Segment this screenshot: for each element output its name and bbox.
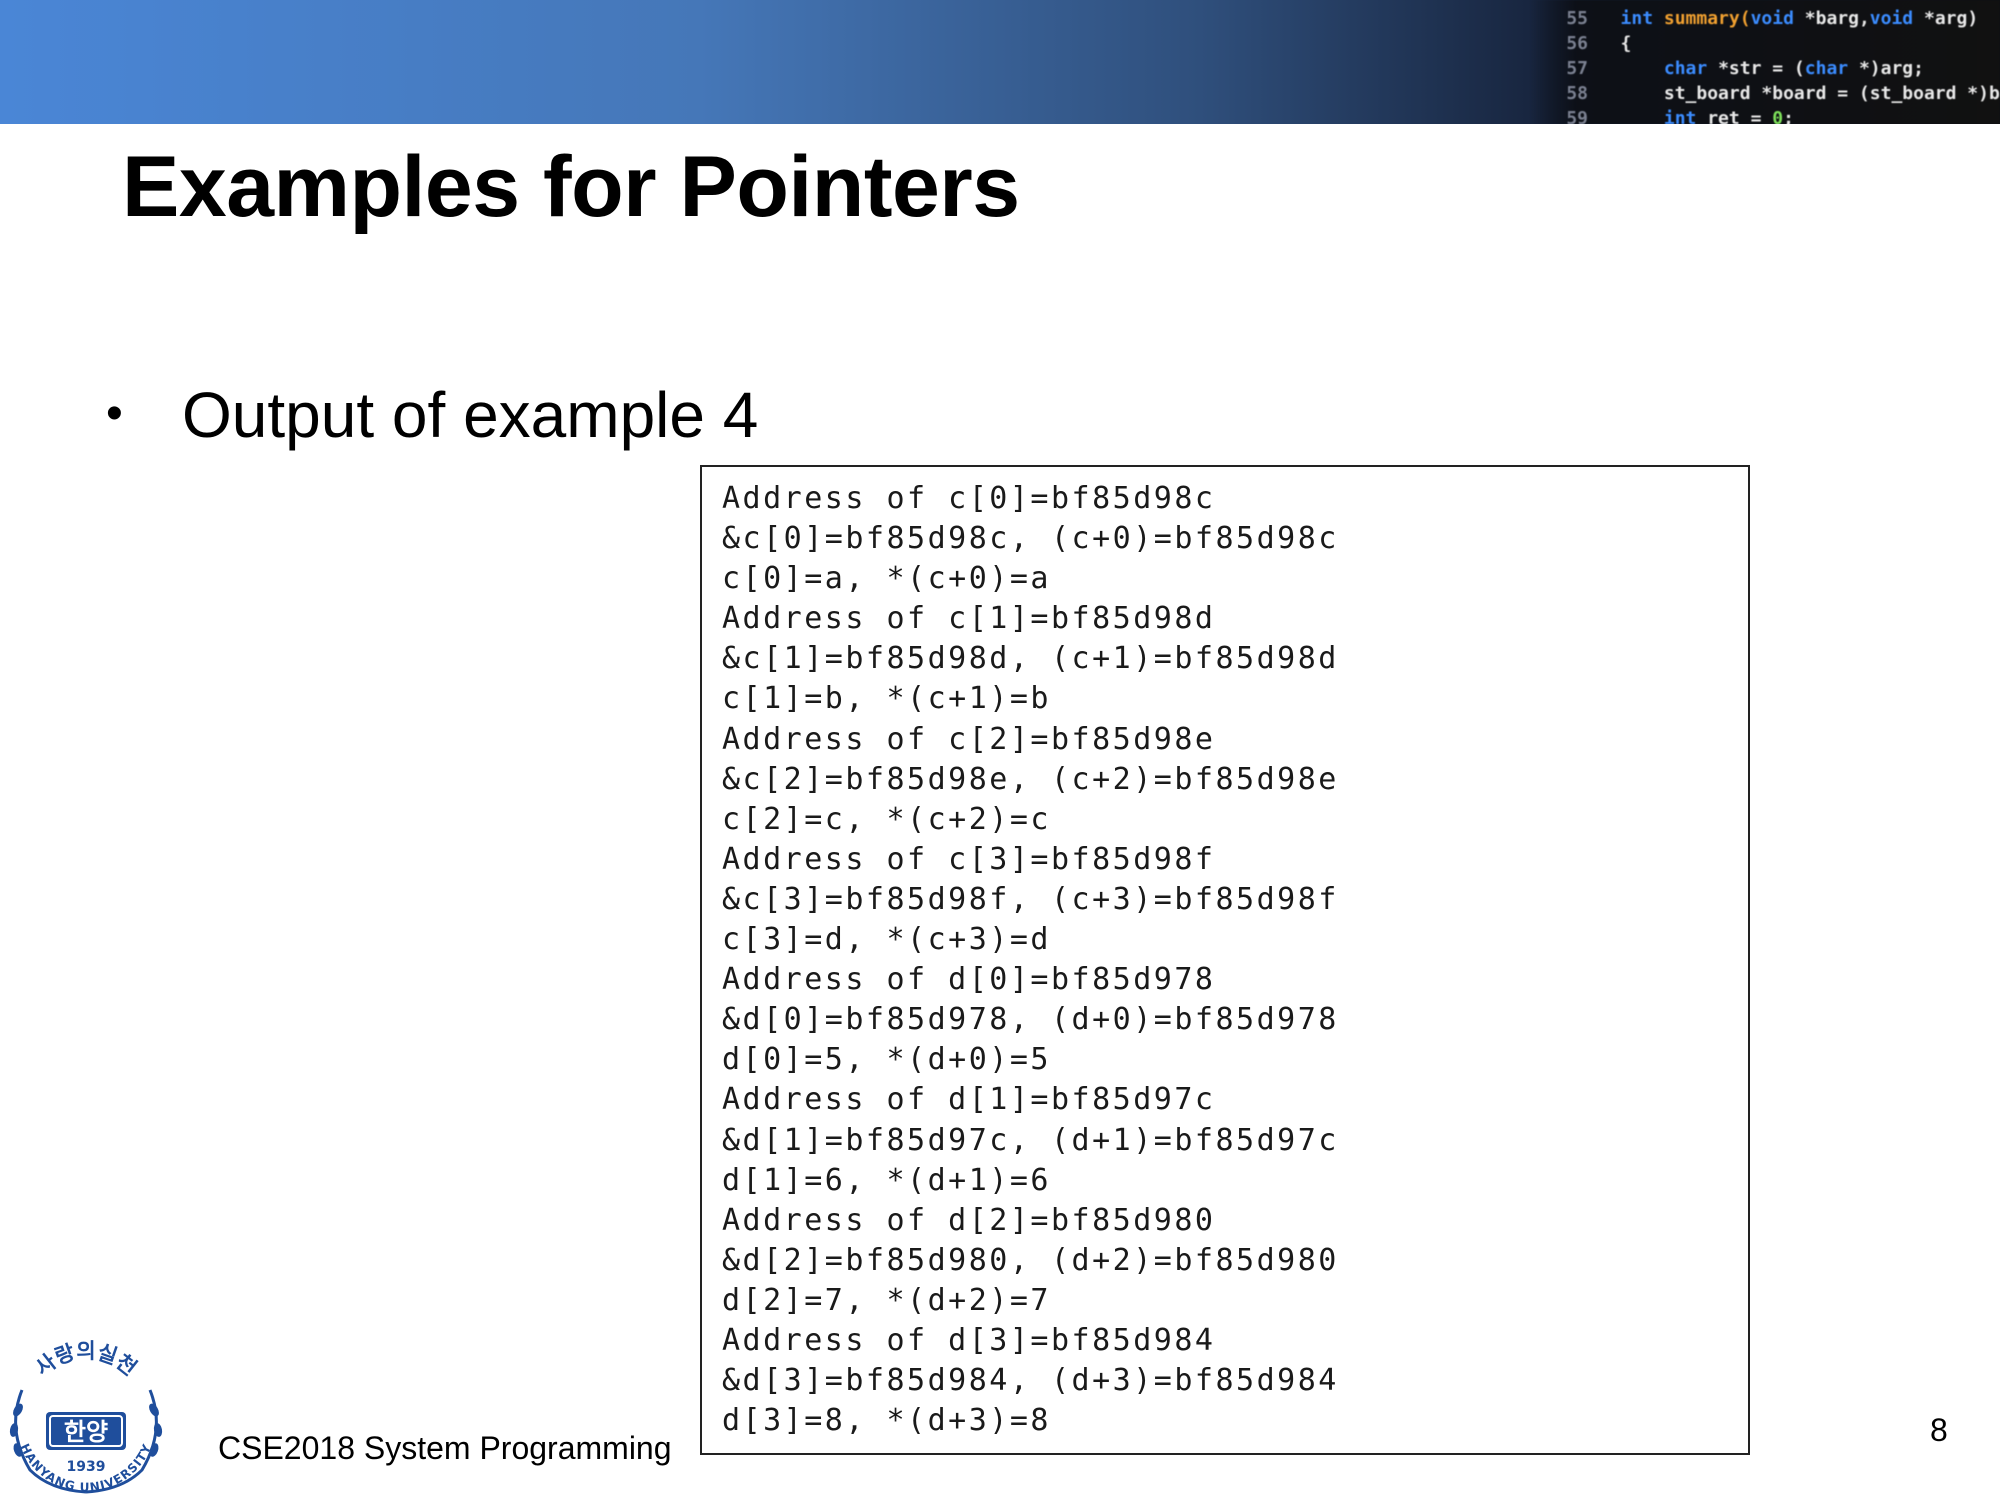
code-token: void bbox=[1869, 8, 1924, 29]
code-line: 58 st_board *board = (st_board *)barg; bbox=[1530, 83, 2000, 104]
code-line-number: 57 bbox=[1566, 58, 1588, 79]
bullet-text: Output of example 4 bbox=[182, 379, 759, 451]
code-line: 59 int ret = 0; bbox=[1530, 108, 1794, 124]
code-line: 56 { bbox=[1530, 33, 1631, 54]
output-line: d[2]=7, *(d+2)=7 bbox=[722, 1282, 1051, 1318]
output-line: &d[1]=bf85d97c, (d+1)=bf85d97c bbox=[722, 1122, 1339, 1158]
output-line: d[3]=8, *(d+3)=8 bbox=[722, 1403, 1051, 1439]
code-token: char bbox=[1804, 58, 1859, 79]
code-token: summary( bbox=[1663, 8, 1751, 29]
bullet-item: • Output of example 4 bbox=[106, 378, 758, 452]
code-token: int bbox=[1620, 8, 1664, 29]
output-line: &c[0]=bf85d98c, (c+0)=bf85d98c bbox=[722, 521, 1339, 557]
code-line-number: 58 bbox=[1566, 83, 1588, 104]
output-line: Address of c[2]=bf85d98e bbox=[722, 721, 1216, 757]
output-line: &d[3]=bf85d984, (d+3)=bf85d984 bbox=[722, 1363, 1339, 1399]
code-line: 55 int summary(void *barg,void *arg) bbox=[1530, 8, 1978, 29]
code-token: ; bbox=[1783, 108, 1794, 124]
output-line: &d[2]=bf85d980, (d+2)=bf85d980 bbox=[722, 1242, 1339, 1278]
footer-course-name: CSE2018 System Programming bbox=[218, 1430, 672, 1466]
output-line: Address of c[1]=bf85d98d bbox=[722, 601, 1216, 637]
logo-year: 1939 bbox=[67, 1459, 106, 1475]
code-token: void bbox=[1750, 8, 1805, 29]
slide-title: Examples for Pointers bbox=[122, 139, 1020, 235]
logo-center-text: 한양 bbox=[64, 1418, 108, 1446]
code-line-number: 55 bbox=[1566, 8, 1588, 29]
output-line: c[1]=b, *(c+1)=b bbox=[722, 681, 1051, 717]
code-token: ret = bbox=[1707, 108, 1773, 124]
svg-text:사랑의실천: 사랑의실천 bbox=[31, 1339, 141, 1380]
output-line: c[2]=c, *(c+2)=c bbox=[722, 801, 1051, 837]
university-seal-logo: 사랑의실천 한양 1939 HANYANG UNIVERSITY bbox=[9, 1339, 163, 1494]
bullet-dot-icon: • bbox=[106, 387, 123, 440]
code-token: *str = ( bbox=[1718, 58, 1805, 79]
code-token: char bbox=[1620, 58, 1719, 79]
code-token: *barg, bbox=[1804, 8, 1870, 29]
output-line: c[0]=a, *(c+0)=a bbox=[722, 561, 1051, 597]
code-token: st_board *board = (st_board *)barg; bbox=[1663, 83, 2000, 104]
output-line: Address of c[3]=bf85d98f bbox=[722, 841, 1216, 877]
code-token: { bbox=[1620, 33, 1632, 54]
output-line: Address of d[0]=bf85d978 bbox=[722, 962, 1216, 998]
program-output-box: Address of c[0]=bf85d98c &c[0]=bf85d98c, … bbox=[700, 465, 1750, 1455]
code-token: *)arg; bbox=[1858, 58, 1924, 79]
output-line: Address of c[0]=bf85d98c bbox=[722, 481, 1216, 516]
code-line-number: 59 bbox=[1566, 108, 1588, 124]
output-line: c[3]=d, *(c+3)=d bbox=[722, 922, 1051, 958]
code-token: 0 bbox=[1772, 108, 1784, 124]
output-line: Address of d[1]=bf85d97c bbox=[722, 1082, 1216, 1118]
page-number: 8 bbox=[1930, 1412, 1948, 1448]
code-snippet-decoration: 55 int summary(void *barg,void *arg) 56 {… bbox=[1530, 0, 2000, 124]
output-line: &c[3]=bf85d98f, (c+3)=bf85d98f bbox=[722, 881, 1339, 917]
output-line: &c[2]=bf85d98e, (c+2)=bf85d98e bbox=[722, 761, 1339, 797]
output-line: &c[1]=bf85d98d, (c+1)=bf85d98d bbox=[722, 641, 1339, 677]
header-banner: 55 int summary(void *barg,void *arg) 56 {… bbox=[0, 0, 2000, 124]
output-line: Address of d[2]=bf85d980 bbox=[722, 1202, 1216, 1238]
code-line-number: 56 bbox=[1566, 33, 1588, 54]
code-token: *arg) bbox=[1923, 8, 1979, 29]
output-line: Address of d[3]=bf85d984 bbox=[722, 1322, 1216, 1358]
output-line: d[0]=5, *(d+0)=5 bbox=[722, 1042, 1051, 1078]
code-line: 57 char *str = (char *)arg; bbox=[1530, 58, 1924, 79]
logo-top-text: 사랑의실천 bbox=[31, 1339, 141, 1380]
output-line: d[1]=6, *(d+1)=6 bbox=[722, 1162, 1051, 1198]
code-token: int bbox=[1620, 108, 1708, 124]
output-line: &d[0]=bf85d978, (d+0)=bf85d978 bbox=[722, 1002, 1339, 1038]
